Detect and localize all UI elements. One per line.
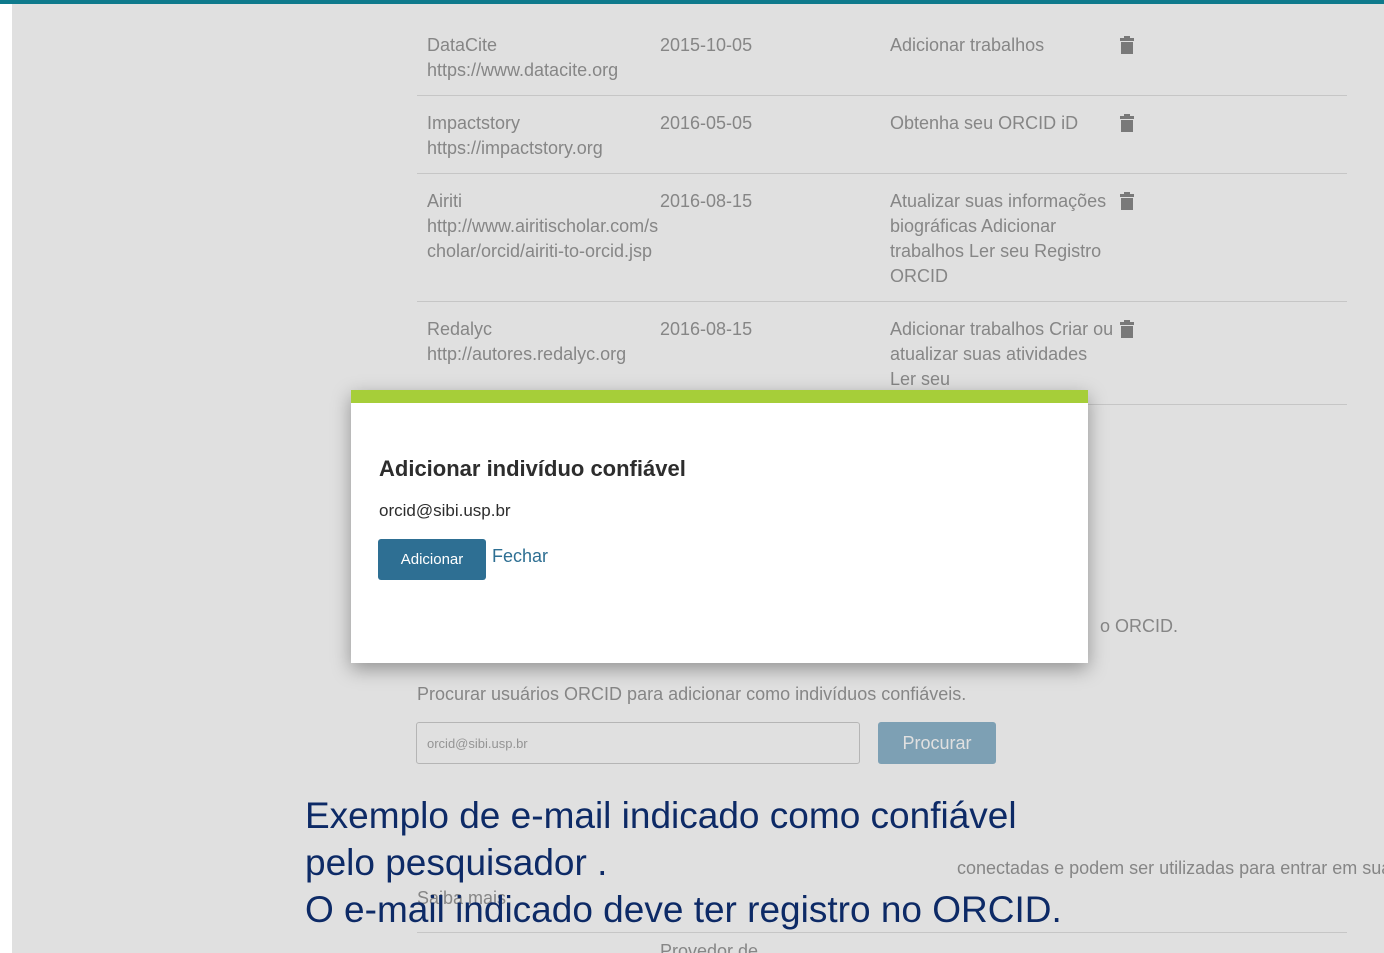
close-link[interactable]: Fechar — [492, 546, 548, 567]
annotation-caption: Exemplo de e-mail indicado como confiáve… — [305, 792, 1062, 933]
modal-title: Adicionar indivíduo confiável — [379, 456, 686, 481]
trusted-email: orcid@sibi.usp.br — [379, 501, 511, 520]
add-trusted-individual-modal: Adicionar indivíduo confiável orcid@sibi… — [351, 390, 1088, 663]
left-margin — [0, 4, 12, 953]
modal-accent-bar — [351, 390, 1088, 403]
caption-line-3: O e-mail indicado deve ter registro no O… — [305, 889, 1062, 930]
caption-line-2: pelo pesquisador . — [305, 842, 608, 883]
add-button[interactable]: Adicionar — [378, 539, 486, 580]
caption-line-1: Exemplo de e-mail indicado como confiáve… — [305, 795, 1017, 836]
